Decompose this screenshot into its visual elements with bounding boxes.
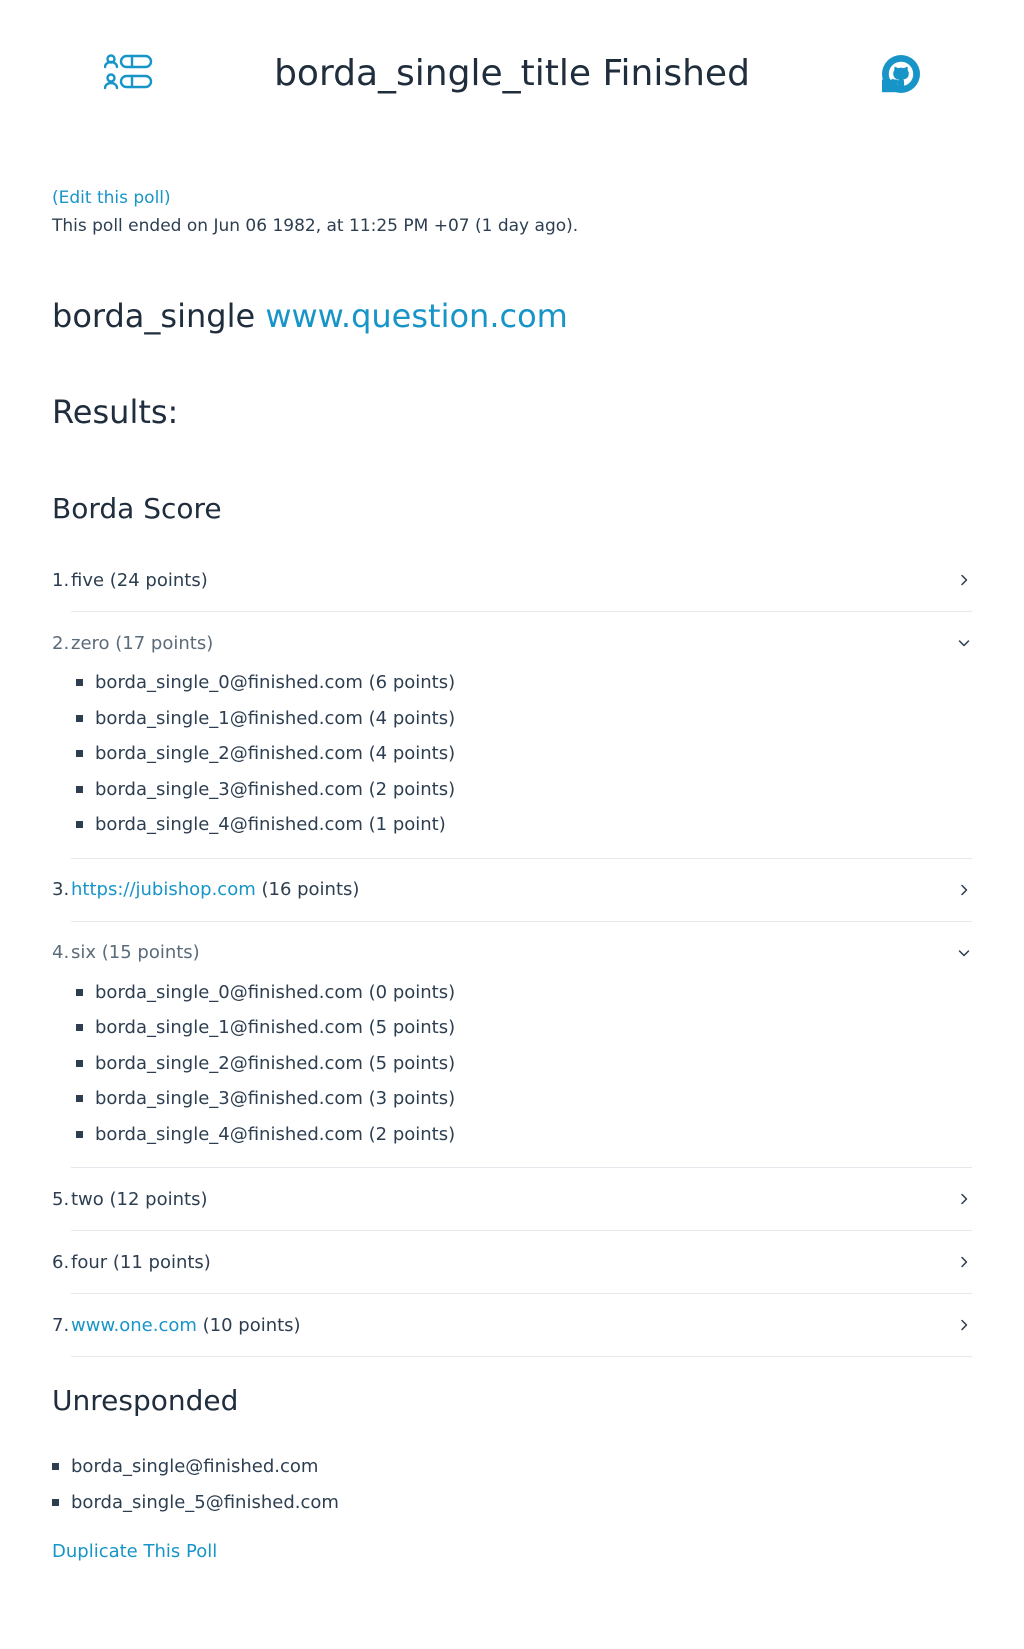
bullet-icon <box>76 1130 83 1138</box>
option-label: zero (17 points) <box>71 632 214 654</box>
option-link[interactable]: https://jubishop.com <box>71 879 256 900</box>
bullet-icon <box>76 714 83 722</box>
voter-list: borda_single_0@finished.com (0 points) bo… <box>52 975 972 1168</box>
ranking-item: 5. two (12 points) <box>52 1168 972 1231</box>
unresponded-list: borda_single@finished.com borda_single_5@… <box>52 1449 972 1520</box>
rank-number: 4. <box>52 942 70 963</box>
bullet-icon <box>76 1024 83 1032</box>
rank-number: 7. <box>52 1314 70 1336</box>
rank-number: 1. <box>52 569 70 591</box>
unresponded-email: borda_single_5@finished.com <box>71 1491 339 1513</box>
bullet-icon <box>76 988 83 996</box>
voter-text: borda_single_4@finished.com (1 point) <box>95 814 446 836</box>
voter-list: borda_single_0@finished.com (6 points) bo… <box>52 665 972 858</box>
unresponded-email: borda_single@finished.com <box>71 1456 319 1478</box>
chevron-down-icon[interactable] <box>956 635 972 651</box>
duplicate-poll-link[interactable]: Duplicate This Poll <box>52 1538 972 1566</box>
ranking-item: 6. four (11 points) <box>52 1231 972 1294</box>
ranking-item: 3. https://jubishop.com (16 points) <box>52 859 972 922</box>
chevron-right-icon[interactable] <box>956 1317 972 1333</box>
option-label: (10 points) <box>196 1314 301 1336</box>
voter-item: borda_single_2@finished.com (4 points) <box>76 736 972 772</box>
bullet-icon <box>52 1463 59 1471</box>
question-text: borda_single <box>52 297 256 335</box>
ranking-row[interactable]: 7. www.one.com (10 points) <box>52 1294 972 1356</box>
bullet-icon <box>76 821 83 829</box>
voter-item: borda_single_2@finished.com (5 points) <box>76 1046 972 1082</box>
ranking-row[interactable]: 3. https://jubishop.com (16 points) <box>52 859 972 921</box>
chevron-right-icon[interactable] <box>956 1254 972 1270</box>
rank-number: 5. <box>52 1188 70 1210</box>
ranking-list: 1. five (24 points) 2. zero (17 points) bord… <box>52 549 972 1357</box>
voter-item: borda_single_4@finished.com (1 point) <box>76 807 972 843</box>
unresponded-user: borda_single_5@finished.com <box>52 1485 972 1521</box>
bullet-icon <box>52 1498 59 1506</box>
rank-number: 6. <box>52 1251 70 1273</box>
bullet-icon <box>76 679 83 687</box>
poll-page: borda_single_title Finished (Edit this p… <box>0 0 1024 1649</box>
voter-text: borda_single_2@finished.com (5 points) <box>95 1052 456 1074</box>
voter-text: borda_single_0@finished.com (6 points) <box>95 672 456 694</box>
ranking-row[interactable]: 2. zero (17 points) <box>52 612 972 674</box>
option-link[interactable]: www.one.com <box>71 1315 197 1336</box>
option-label: five (24 points) <box>71 569 208 591</box>
voter-item: borda_single_3@finished.com (2 points) <box>76 772 972 808</box>
edit-poll-link[interactable]: (Edit this poll) <box>52 184 972 212</box>
chevron-right-icon[interactable] <box>956 1191 972 1207</box>
bullet-icon <box>76 785 83 793</box>
option-label: (16 points) <box>255 879 360 900</box>
bullet-icon <box>76 1095 83 1103</box>
voter-text: borda_single_2@finished.com (4 points) <box>95 743 456 765</box>
voter-item: borda_single_1@finished.com (4 points) <box>76 701 972 737</box>
voter-text: borda_single_3@finished.com (2 points) <box>95 778 456 800</box>
chevron-right-icon[interactable] <box>956 882 972 898</box>
ranking-row[interactable]: 6. four (11 points) <box>52 1231 972 1293</box>
ranking-item: 7. www.one.com (10 points) <box>52 1294 972 1357</box>
results-heading: Results: <box>52 393 179 431</box>
voter-text: borda_single_4@finished.com (2 points) <box>95 1123 456 1145</box>
voter-text: borda_single_1@finished.com (4 points) <box>95 707 456 729</box>
option-label: four (11 points) <box>71 1251 211 1273</box>
divider <box>71 1356 972 1357</box>
chevron-down-icon[interactable] <box>956 945 972 961</box>
rank-number: 2. <box>52 632 70 654</box>
ranking-item: 2. zero (17 points) borda_single_0@finishe… <box>52 612 972 859</box>
ranking-item: 4. six (15 points) borda_single_0@finished… <box>52 922 972 1168</box>
voter-text: borda_single_3@finished.com (3 points) <box>95 1088 456 1110</box>
ranking-row[interactable]: 1. five (24 points) <box>52 549 972 611</box>
poll-ended-text: This poll ended on Jun 06 1982, at 11:25… <box>52 216 579 236</box>
page-header: borda_single_title Finished <box>52 0 972 150</box>
github-icon[interactable] <box>882 55 920 93</box>
voter-item: borda_single_3@finished.com (3 points) <box>76 1081 972 1117</box>
ranking-item: 1. five (24 points) <box>52 549 972 612</box>
voter-text: borda_single_1@finished.com (5 points) <box>95 1017 456 1039</box>
option-label: six (15 points) <box>71 942 200 963</box>
bullet-icon <box>76 750 83 758</box>
question-link[interactable]: www.question.com <box>265 297 568 335</box>
unresponded-user: borda_single@finished.com <box>52 1449 972 1485</box>
bullet-icon <box>76 1059 83 1067</box>
poll-question: borda_single www.question.com <box>52 294 972 338</box>
ranking-row[interactable]: 5. two (12 points) <box>52 1168 972 1230</box>
voter-text: borda_single_0@finished.com (0 points) <box>95 981 456 1003</box>
option-label: two (12 points) <box>71 1188 208 1210</box>
chevron-right-icon[interactable] <box>956 572 972 588</box>
unresponded-heading: Unresponded <box>52 1384 239 1417</box>
voter-item: borda_single_4@finished.com (2 points) <box>76 1117 972 1153</box>
ranking-row[interactable]: 4. six (15 points) <box>52 922 972 984</box>
page-title: borda_single_title Finished <box>274 53 750 94</box>
borda-score-heading: Borda Score <box>52 492 222 525</box>
voter-item: borda_single_1@finished.com (5 points) <box>76 1010 972 1046</box>
rank-number: 3. <box>52 879 70 900</box>
